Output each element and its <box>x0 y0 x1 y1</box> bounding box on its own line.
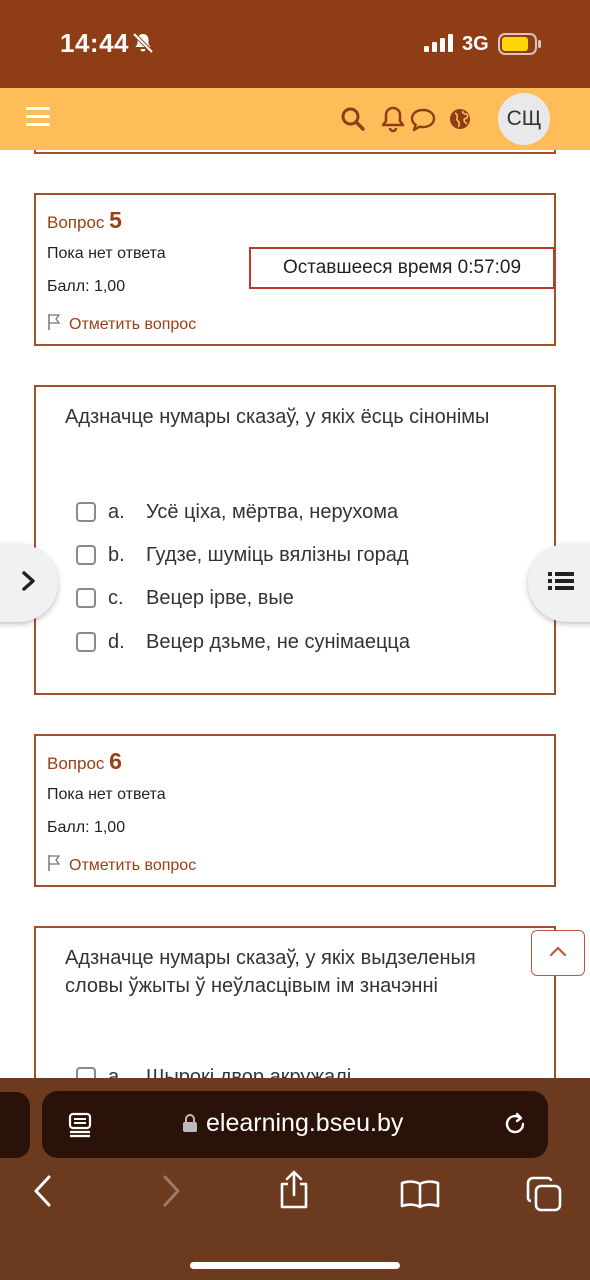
chevron-right-icon <box>21 570 37 597</box>
battery-icon <box>498 33 542 60</box>
previous-question-box <box>34 150 556 154</box>
question-number: Вопрос 5 <box>47 207 122 234</box>
status-bar: 14:44 3G <box>0 0 590 88</box>
flag-question-link[interactable]: Отметить вопрос <box>47 313 196 336</box>
forward-icon[interactable] <box>160 1174 182 1213</box>
question-6-content: Адзначце нумары сказаў, у якіх выдзелены… <box>34 926 556 1078</box>
user-avatar[interactable]: СЩ <box>498 93 550 145</box>
share-icon[interactable] <box>278 1170 310 1215</box>
answer-checkbox[interactable] <box>76 1067 96 1078</box>
answer-checkbox[interactable] <box>76 545 96 565</box>
question-state: Пока нет ответа <box>47 786 166 803</box>
notifications-bell-icon[interactable] <box>379 105 407 138</box>
top-navbar: СЩ <box>0 88 590 150</box>
question-number-value: 6 <box>109 748 122 774</box>
browser-toolbar: elearning.bseu.by <box>0 1078 590 1280</box>
bell-muted-icon <box>132 32 154 59</box>
back-to-top-button[interactable] <box>531 930 585 976</box>
question-number-value: 5 <box>109 207 122 233</box>
question-number: Вопрос 6 <box>47 748 122 775</box>
answer-option-b[interactable]: b. Гудзе, шуміць вялізны горад <box>76 540 409 570</box>
answer-option-d[interactable]: d. Вецер дзьме, не сунімаецца <box>76 627 410 657</box>
option-text: Вецер дзьме, не сунімаецца <box>146 630 410 653</box>
question-grade: Балл: 1,00 <box>47 278 126 295</box>
tabs-icon[interactable] <box>526 1176 562 1217</box>
option-letter: b. <box>108 543 125 566</box>
question-6-info: Вопрос 6 Пока нет ответа Балл: 1,00 Отме… <box>34 734 556 887</box>
option-letter: d. <box>108 630 125 653</box>
cellular-signal-icon <box>424 34 454 57</box>
language-globe-icon[interactable] <box>449 108 471 135</box>
flag-question-link[interactable]: Отметить вопрос <box>47 854 196 877</box>
answer-checkbox[interactable] <box>76 502 96 522</box>
option-letter: a. <box>108 1065 125 1079</box>
url-text: elearning.bseu.by <box>206 1109 404 1137</box>
list-icon <box>548 570 574 597</box>
option-text: Усё ціха, мёртва, нерухома <box>146 500 399 523</box>
reader-mode-icon[interactable] <box>68 1112 92 1143</box>
question-text: Адзначце нумары сказаў, у якіх выдзелены… <box>65 947 476 997</box>
quiz-content: Вопрос 5 Пока нет ответа Балл: 1,00 Отме… <box>0 150 590 1078</box>
flag-question-label: Отметить вопрос <box>69 315 197 333</box>
question-5-content: Адзначце нумары сказаў, у якіх ёсць сіно… <box>34 385 556 695</box>
answer-option-a[interactable]: a. Усё ціха, мёртва, нерухома <box>76 497 398 527</box>
answer-checkbox[interactable] <box>76 632 96 652</box>
answer-option-a[interactable]: a. Шырокі двор акружалі <box>76 1062 351 1078</box>
answer-option-c[interactable]: c. Вецер ірве, вые <box>76 583 294 613</box>
question-label: Вопрос <box>47 754 105 773</box>
question-label: Вопрос <box>47 213 105 232</box>
home-indicator <box>190 1262 400 1269</box>
flag-icon <box>47 854 63 877</box>
bookmarks-icon[interactable] <box>400 1179 440 1214</box>
messages-chat-icon[interactable] <box>409 107 437 138</box>
question-grade: Балл: 1,00 <box>47 819 126 836</box>
question-state: Пока нет ответа <box>47 245 166 262</box>
flag-icon <box>47 313 63 336</box>
option-text: Шырокі двор акружалі <box>146 1065 352 1079</box>
search-icon[interactable] <box>340 106 366 137</box>
question-text: Адзначце нумары сказаў, у якіх ёсць сіно… <box>65 406 490 428</box>
reload-icon[interactable] <box>502 1111 528 1142</box>
hamburger-menu-icon[interactable] <box>26 107 50 129</box>
network-type: 3G <box>462 33 489 55</box>
option-letter: c. <box>108 586 124 609</box>
quiz-timer: Оставшееся время 0:57:09 <box>249 247 555 289</box>
back-icon[interactable] <box>32 1174 54 1213</box>
previous-tab-peek[interactable] <box>0 1092 30 1158</box>
answer-checkbox[interactable] <box>76 588 96 608</box>
flag-question-label: Отметить вопрос <box>69 856 197 874</box>
option-text: Гудзе, шуміць вялізны горад <box>146 543 409 566</box>
address-bar[interactable]: elearning.bseu.by <box>42 1091 548 1158</box>
option-letter: a. <box>108 500 125 523</box>
chevron-up-icon <box>549 944 567 962</box>
option-text: Вецер ірве, вые <box>146 586 294 609</box>
lock-icon <box>182 1113 198 1138</box>
status-time: 14:44 <box>60 28 129 58</box>
